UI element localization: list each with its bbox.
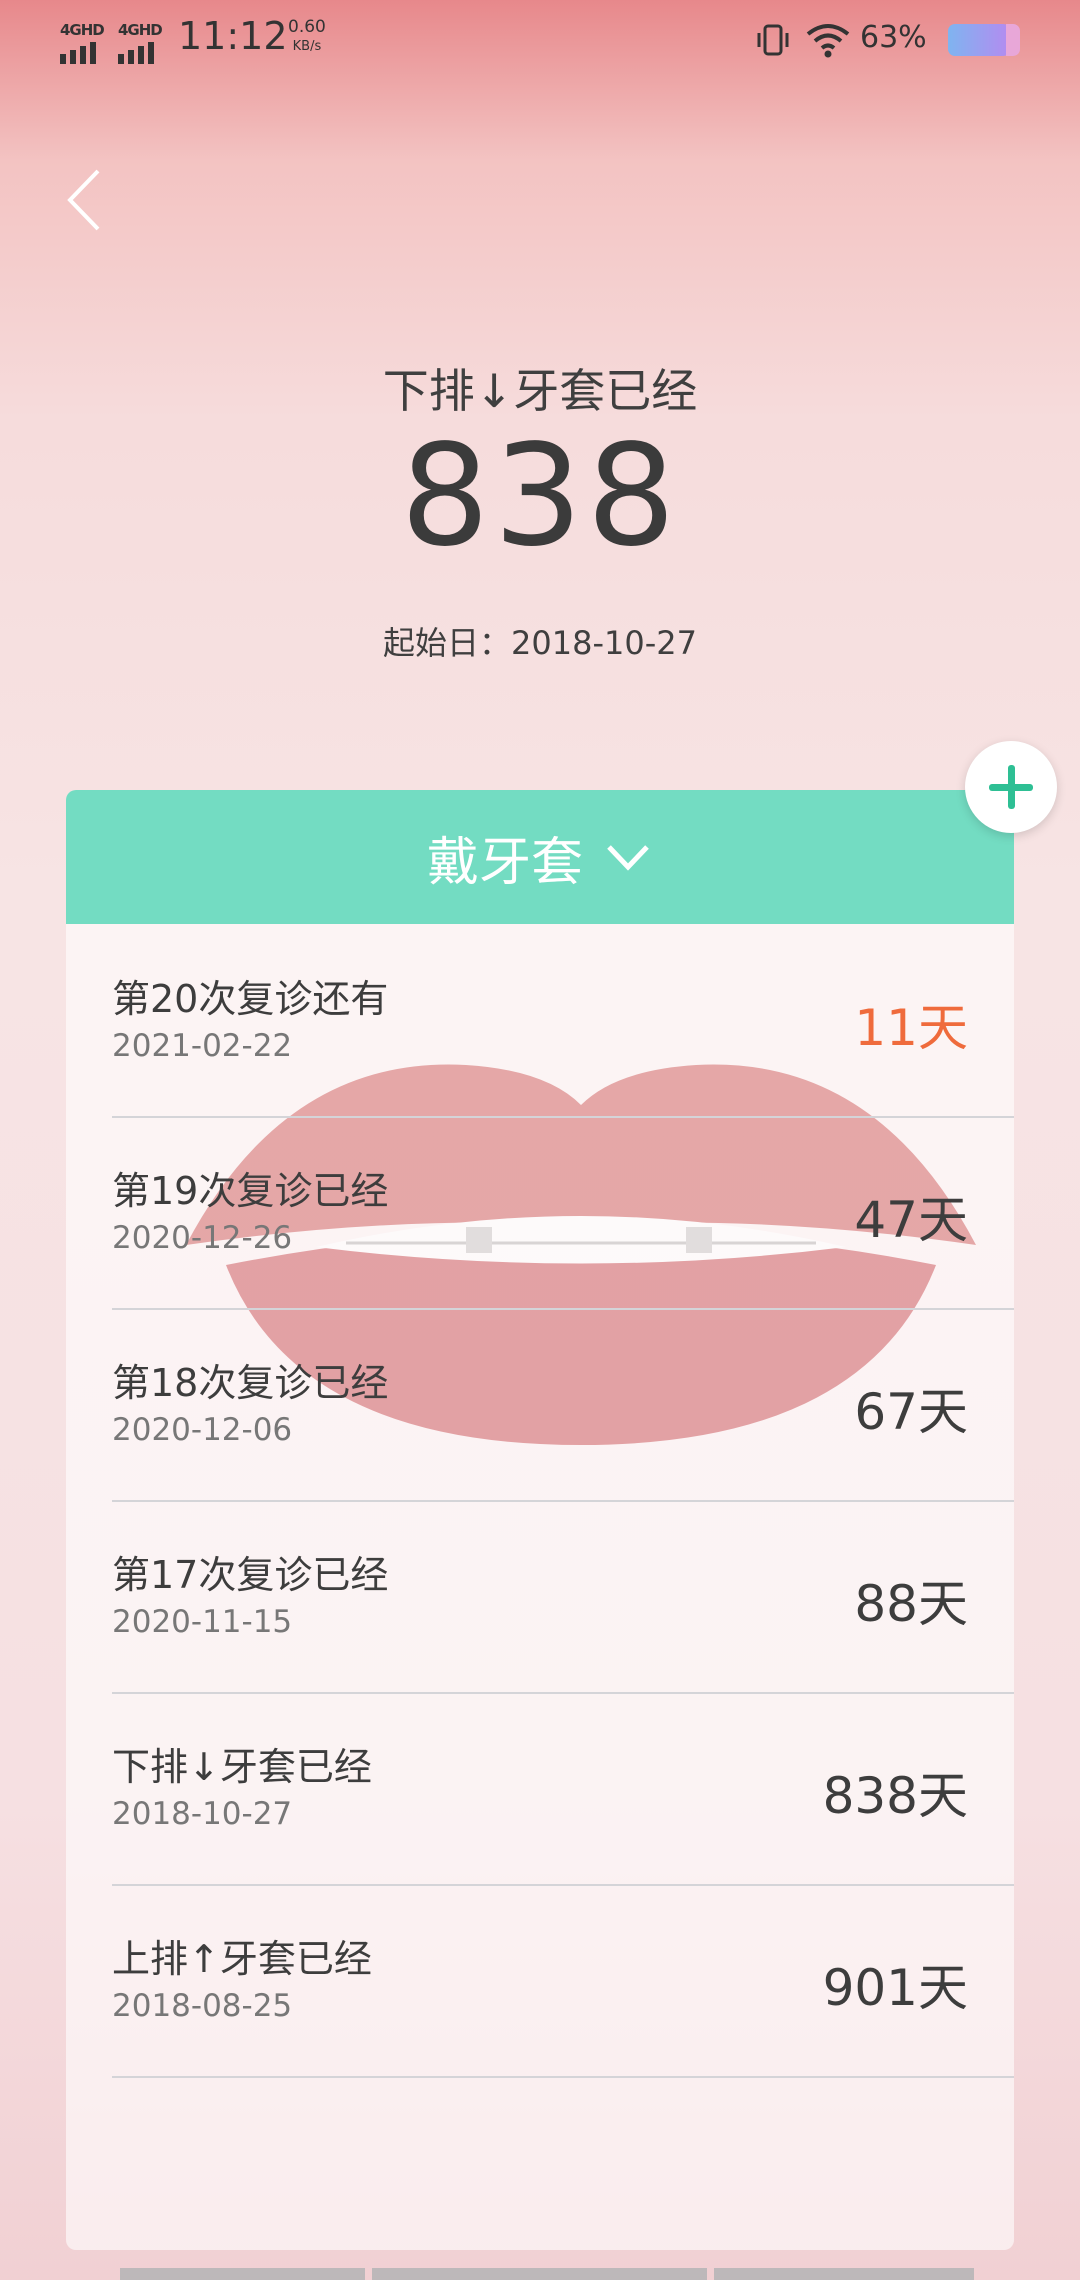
add-button[interactable] bbox=[965, 741, 1057, 833]
start-date: 起始日：2018-10-27 bbox=[383, 624, 697, 662]
list-item[interactable]: 第18次复诊已经 2020-12-06 67天 bbox=[112, 1308, 1014, 1502]
network-label: 4GHD bbox=[60, 21, 105, 39]
item-date: 2020-12-06 bbox=[112, 1412, 293, 1448]
item-label: 上排↑牙套已经 bbox=[112, 1937, 372, 1981]
item-days: 11天 bbox=[854, 999, 968, 1057]
item-date: 2020-12-26 bbox=[112, 1220, 293, 1256]
status-bar: 4GHD 4GHD 11:12 0.60 KB/s 63% bbox=[0, 0, 1080, 80]
vibrate-icon bbox=[757, 24, 789, 56]
list-item[interactable]: 第20次复诊还有 2021-02-22 11天 bbox=[112, 924, 1014, 1118]
item-date: 2018-10-27 bbox=[112, 1796, 293, 1832]
item-date: 2020-11-15 bbox=[112, 1604, 293, 1640]
signal-icon: 4GHD bbox=[60, 21, 105, 64]
item-days: 47天 bbox=[854, 1191, 968, 1249]
item-date: 2021-02-22 bbox=[112, 1028, 293, 1064]
bottom-tab-edge bbox=[372, 2268, 707, 2280]
network-label-2: 4GHD bbox=[118, 21, 163, 39]
speed-unit: KB/s bbox=[292, 39, 322, 54]
category-label: 戴牙套 bbox=[426, 832, 583, 893]
item-date: 2018-08-25 bbox=[112, 1988, 293, 2024]
item-days: 901天 bbox=[822, 1959, 968, 2017]
item-label: 第19次复诊已经 bbox=[112, 1169, 389, 1213]
list-item[interactable]: 上排↑牙套已经 2018-08-25 901天 bbox=[112, 1884, 1014, 2078]
item-days: 838天 bbox=[822, 1767, 968, 1825]
back-arrow-icon[interactable] bbox=[62, 165, 112, 235]
list-item[interactable]: 下排↓牙套已经 2018-10-27 838天 bbox=[112, 1692, 1014, 1886]
speed-value: 0.60 bbox=[288, 17, 326, 37]
battery-icon bbox=[948, 24, 1020, 56]
chevron-down-icon bbox=[607, 845, 649, 871]
bottom-tab-edge bbox=[120, 2268, 365, 2280]
item-days: 88天 bbox=[854, 1575, 968, 1633]
status-time: 11:12 bbox=[178, 14, 288, 58]
item-label: 第18次复诊已经 bbox=[112, 1361, 389, 1405]
item-label: 下排↓牙套已经 bbox=[112, 1745, 372, 1789]
item-label: 第20次复诊还有 bbox=[112, 977, 389, 1021]
list-item[interactable]: 第17次复诊已经 2020-11-15 88天 bbox=[112, 1500, 1014, 1694]
hero-title: 下排↓牙套已经 bbox=[382, 364, 698, 418]
signal-icon-2: 4GHD bbox=[118, 21, 163, 64]
records-card: 戴牙套 第20次复诊还有 2021-02-22 11天 第19次复诊已经 202… bbox=[66, 790, 1014, 2250]
network-speed: 0.60 KB/s bbox=[288, 18, 326, 56]
hero-count: 838 bbox=[400, 415, 680, 578]
item-label: 第17次复诊已经 bbox=[112, 1553, 389, 1597]
list-item[interactable]: 第19次复诊已经 2020-12-26 47天 bbox=[112, 1116, 1014, 1310]
item-days: 67天 bbox=[854, 1383, 968, 1441]
battery-percent: 63% bbox=[860, 20, 927, 55]
category-selector[interactable]: 戴牙套 bbox=[66, 790, 1014, 924]
wifi-icon bbox=[806, 24, 850, 58]
bottom-tab-edge bbox=[714, 2268, 974, 2280]
